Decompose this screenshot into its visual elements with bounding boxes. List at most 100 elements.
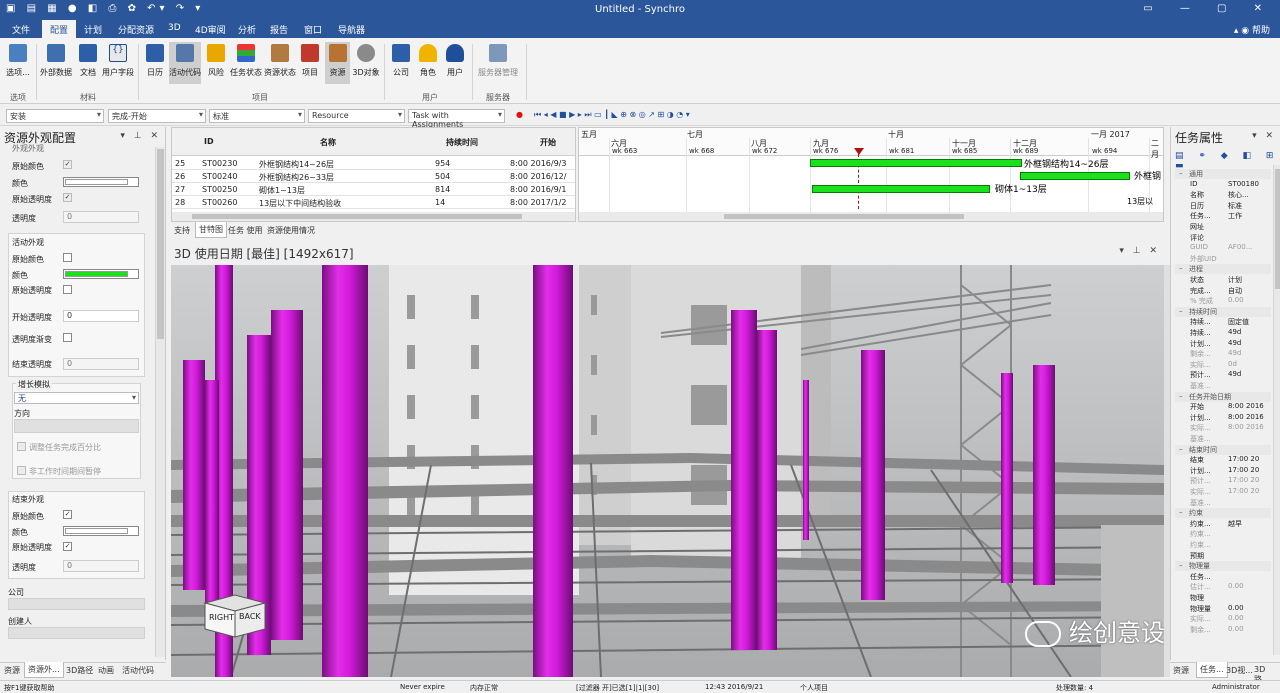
menu-navigator[interactable]: 导航器 <box>338 23 365 36</box>
property-value[interactable]: 固定值 <box>1228 317 1249 327</box>
activity-codes-button[interactable]: 活动代码 <box>169 42 201 84</box>
col-id[interactable]: ID <box>204 137 214 146</box>
col-name[interactable]: 名称 <box>320 137 336 148</box>
end-trans-spinner[interactable]: 0 <box>63 560 139 572</box>
gantt-bar[interactable] <box>1020 172 1130 180</box>
menu-file[interactable]: 文件 <box>12 23 30 36</box>
property-value[interactable]: 0.00 <box>1228 296 1244 304</box>
menu-assign-resources[interactable]: 分配资源 <box>118 23 154 36</box>
user-button[interactable]: 用户 <box>444 42 466 78</box>
property-value[interactable]: 核心... <box>1228 190 1249 200</box>
scroll-thumb[interactable] <box>157 149 164 339</box>
active-color-picker[interactable] <box>63 269 139 279</box>
left-scrollbar[interactable] <box>155 147 165 657</box>
property-section[interactable]: 通用 <box>1175 169 1271 179</box>
tab-support[interactable]: 支持 <box>174 225 190 236</box>
status-filter[interactable]: [过滤器 开]已选[1]|1|[30] <box>576 683 659 693</box>
tab-task-props[interactable]: 任务... <box>1196 662 1228 678</box>
property-section[interactable]: 持续时间 <box>1175 306 1271 317</box>
active-orig-trans-checkbox[interactable] <box>63 285 72 294</box>
tab-3d-view[interactable]: 3D视... <box>1226 665 1253 676</box>
property-toolbar[interactable]: ▤ ⚭ ◆ ◧ ⊞ ▬ <box>1175 151 1280 171</box>
pane-controls[interactable]: ▾ ⊥ ✕ <box>120 131 161 141</box>
property-value[interactable]: 自动 <box>1228 286 1242 296</box>
property-value[interactable]: 17:00 20 <box>1228 455 1259 463</box>
property-value[interactable]: 越早 <box>1228 519 1242 529</box>
col-duration[interactable]: 持续时间 <box>446 137 478 148</box>
col-start[interactable]: 开始 <box>540 137 556 148</box>
end-orig-color-checkbox[interactable]: ✓ <box>63 510 72 519</box>
property-value[interactable]: 49d <box>1228 328 1241 336</box>
tab-task-usage[interactable]: 任务 使用 <box>228 225 263 236</box>
3d-viewport[interactable]: RIGHT BACK <box>171 265 1164 677</box>
property-value[interactable]: 17:00 20 <box>1228 487 1259 495</box>
start-color-picker[interactable] <box>63 177 139 187</box>
gantt-bar[interactable] <box>812 185 990 193</box>
view-cube[interactable]: RIGHT BACK <box>203 594 267 638</box>
calendar-button[interactable]: 日历 <box>142 42 168 78</box>
property-value[interactable]: 17:00 20 <box>1228 466 1259 474</box>
active-trans-vary-checkbox[interactable] <box>63 333 72 342</box>
tab-resources[interactable]: 资源 <box>1173 665 1189 676</box>
property-value[interactable]: 0.00 <box>1228 614 1244 622</box>
resource-combo[interactable]: Resource <box>308 109 405 123</box>
link-type-combo[interactable]: 完成-开始 <box>108 109 206 123</box>
pane-controls[interactable]: ▾ ✕ <box>1252 131 1276 141</box>
tab-resource-appearance[interactable]: 资源外... <box>24 662 64 678</box>
pause-nonwork-checkbox[interactable] <box>17 466 26 475</box>
tab-activity-codes[interactable]: 活动代码 <box>122 665 154 676</box>
menu-4d-review[interactable]: 4D审阅 <box>195 23 226 36</box>
property-section[interactable]: 物理量 <box>1175 561 1271 572</box>
gantt-hscrollbar[interactable] <box>579 212 1163 221</box>
active-start-trans-spinner[interactable]: 0 <box>63 310 139 322</box>
company-button[interactable]: 公司 <box>390 42 412 78</box>
property-value[interactable]: 17:00 20 <box>1228 476 1259 484</box>
phase-combo[interactable]: 安装 <box>6 109 104 123</box>
tab-gantt[interactable]: 甘特图 <box>195 222 227 238</box>
options-button[interactable]: 选项... <box>4 42 32 78</box>
property-section[interactable]: 约束 <box>1175 508 1271 519</box>
scale-percent-checkbox[interactable] <box>17 442 26 451</box>
property-value[interactable]: 计划 <box>1228 275 1242 285</box>
property-section[interactable]: 结束时间 <box>1175 444 1271 455</box>
grid-hscrollbar[interactable] <box>172 212 575 221</box>
external-data-button[interactable]: 外部数据 <box>40 42 72 78</box>
scroll-thumb[interactable] <box>724 214 964 219</box>
company-field[interactable] <box>8 598 145 610</box>
table-row[interactable]: 28 ST00260 13层以下中间结构验收 14 8:00 2017/1/2 <box>172 196 575 209</box>
menu-config[interactable]: 配置 <box>42 20 77 38</box>
menu-window[interactable]: 窗口 <box>304 23 322 36</box>
property-value[interactable]: 49d <box>1228 370 1241 378</box>
property-value[interactable]: 0d <box>1228 360 1237 368</box>
property-value[interactable]: 0.00 <box>1228 625 1244 633</box>
property-value[interactable]: 工作 <box>1228 211 1242 221</box>
pane-controls[interactable]: ▾ ⊥ ✕ <box>1119 246 1160 256</box>
active-end-trans-spinner[interactable]: 0 <box>63 358 139 370</box>
tab-animation[interactable]: 动画 <box>98 665 114 676</box>
property-section[interactable]: 进程 <box>1175 264 1271 275</box>
tab-resources[interactable]: 资源 <box>4 665 20 676</box>
playback-controls[interactable]: ⏮ ◂ ◀ ■ ▶ ▸ ⏭ ▭ ┃ ◣ ⊕ ⊗ ◎ ↗ ⊞ ◑ ◔ ▾ <box>534 110 690 120</box>
menu-report[interactable]: 报告 <box>270 23 288 36</box>
resource-status-button[interactable]: 资源状态 <box>263 42 297 78</box>
direction-field[interactable] <box>14 419 139 433</box>
table-row[interactable]: 27 ST00250 砌体1~13层 814 8:00 2016/9/1 <box>172 183 575 196</box>
right-scrollbar[interactable] <box>1273 165 1280 655</box>
user-fields-button[interactable]: {} 用户字段 <box>101 42 135 78</box>
tab-resource-usage[interactable]: 资源使用情况 <box>267 225 315 236</box>
active-orig-color-checkbox[interactable] <box>63 253 72 262</box>
end-color-picker[interactable] <box>63 526 139 536</box>
gantt-bar[interactable] <box>810 159 1022 167</box>
documents-button[interactable]: 文档 <box>76 42 100 78</box>
scroll-thumb[interactable] <box>1275 169 1280 289</box>
resources-button[interactable]: 资源 <box>325 42 350 84</box>
risk-button[interactable]: 风险 <box>204 42 228 78</box>
table-row[interactable]: 25 ST00230 外框钢结构14~26层 954 8:00 2016/9/3 <box>172 157 575 170</box>
menu-3d[interactable]: 3D <box>168 23 181 33</box>
table-row[interactable]: 26 ST00240 外框钢结构26~33层 504 8:00 2016/12/ <box>172 170 575 183</box>
tab-3d-path[interactable]: 3D路径 <box>66 665 93 676</box>
property-value[interactable]: AF00... <box>1228 243 1252 251</box>
menu-plan[interactable]: 计划 <box>84 23 102 36</box>
task-status-button[interactable]: 任务状态 <box>229 42 263 78</box>
window-controls[interactable]: ▭ — ▢ ✕ <box>1143 3 1274 14</box>
